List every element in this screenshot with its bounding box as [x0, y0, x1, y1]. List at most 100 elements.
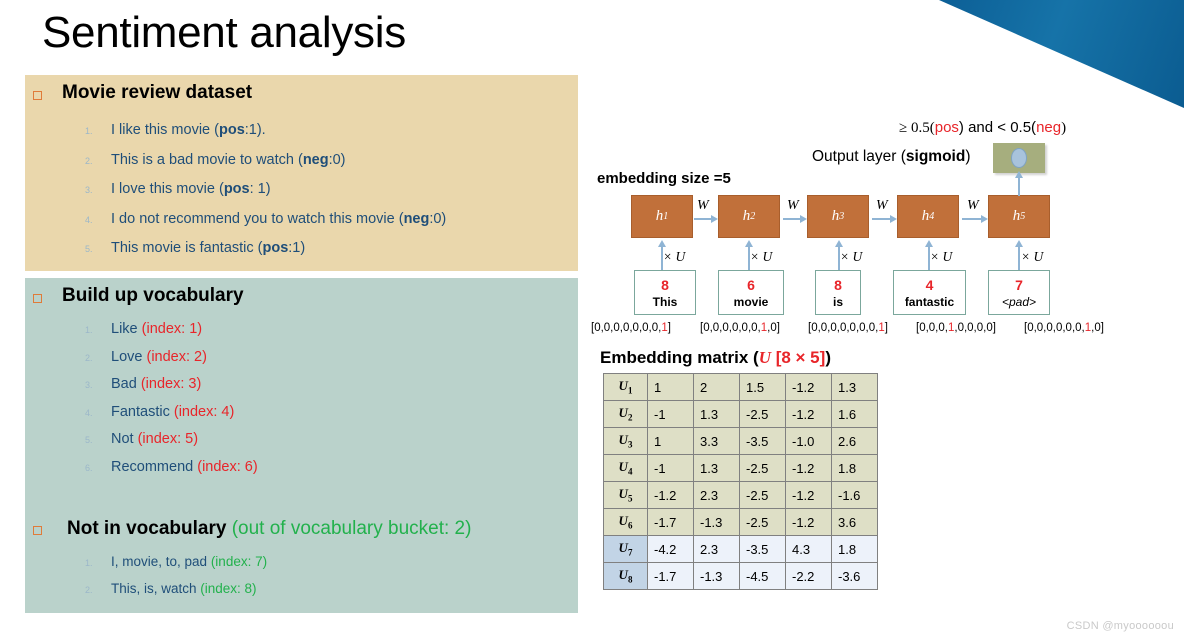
list-index: 3. [85, 185, 93, 195]
matrix-title-pre: Embedding matrix ( [600, 348, 759, 367]
token-word: <pad> [1001, 294, 1037, 309]
table-cell: -2.5 [739, 400, 786, 428]
vocab-index: (index: 6) [197, 458, 258, 475]
list-item: 2. This, is, watch (index: 8) [85, 580, 267, 596]
one-hot-vector-3: [0,0,0,0,0,0,0,1] [808, 322, 888, 334]
list-text-pre: I do not recommend you to watch this mov… [111, 210, 404, 227]
row-label: U [618, 459, 628, 475]
page-title: Sentiment analysis [42, 8, 406, 57]
list-text-post: : 1) [249, 181, 271, 197]
table-cell: 1.3 [831, 373, 878, 401]
vocab-index: (index: 1) [141, 321, 203, 337]
list-index: 5. [85, 435, 93, 445]
list-text: I do not recommend you to watch this mov… [111, 210, 447, 227]
list-index: 1. [85, 126, 93, 136]
one-hot-post: ] [667, 322, 671, 334]
list-text-bold: neg [302, 151, 329, 168]
oov-heading-bold: Not in vocabulary [67, 518, 232, 539]
hidden-state-box-3: h3 [807, 195, 869, 238]
list-text: Like (index: 1) [111, 322, 202, 337]
list-text-post: :0) [429, 210, 447, 227]
table-cell: 2.3 [693, 535, 740, 563]
row-header: U2 [603, 400, 648, 428]
square-bullet-icon [33, 294, 42, 303]
hidden-state-box-4: h4 [897, 195, 959, 238]
threshold-neg-label: neg [1036, 119, 1062, 136]
list-index: 3. [85, 380, 93, 390]
threshold-suffix: ) [1061, 120, 1067, 136]
one-hot-pre: [0,0,0,0,0,0, [700, 322, 761, 334]
embedding-arrow-1 [658, 240, 666, 270]
table-cell: -3.6 [831, 562, 878, 590]
table-cell: -1.2 [785, 454, 832, 482]
list-text-bold: neg [403, 210, 430, 227]
output-layer-activation: sigmoid [905, 148, 966, 165]
output-layer-label-post: ) [965, 148, 971, 165]
table-cell: 3.6 [831, 508, 878, 536]
table-cell: 1.3 [693, 400, 740, 428]
list-item: 1. I, movie, to, pad (index: 7) [85, 555, 267, 569]
table-cell: -1.2 [785, 400, 832, 428]
oov-heading-label: Not in vocabulary (out of vocabulary buc… [67, 518, 471, 540]
table-cell: -3.5 [739, 535, 786, 563]
row-header: U5 [603, 481, 648, 509]
list-text: I like this movie (pos:1). [111, 123, 266, 138]
list-item: 2. This is a bad movie to watch (neg:0) [85, 151, 446, 168]
table-row: U8 -1.7 -1.3 -4.5 -2.2 -3.6 [603, 562, 878, 590]
token-word: This [652, 294, 678, 309]
oov-heading-note: (out of vocabulary bucket: 2) [231, 518, 472, 539]
one-hot-pre: [0,0,0,0,0,0,0, [808, 322, 879, 334]
list-text-pre: This is a bad movie to watch ( [111, 151, 303, 168]
embedding-multiply-label-1: × U [663, 249, 686, 264]
embedding-multiply-label-4: × U [930, 249, 953, 264]
table-cell: 1 [647, 373, 694, 401]
table-cell: 1.8 [831, 535, 878, 563]
table-cell: -1.0 [785, 427, 832, 455]
embedding-arrow-3 [835, 240, 843, 270]
embedding-arrow-4 [925, 240, 933, 270]
table-cell: 2.6 [831, 427, 878, 455]
output-node [993, 143, 1045, 173]
list-text-pre: I like this movie ( [111, 122, 219, 138]
weight-label-w-3: W [876, 198, 888, 213]
row-sub: 2 [627, 412, 633, 423]
row-header: U7 [603, 535, 648, 563]
oov-index: (index: 8) [200, 580, 257, 596]
table-cell: 1.5 [739, 373, 786, 401]
row-label: U [618, 432, 628, 448]
weight-label-w-2: W [787, 198, 799, 213]
hidden-state-index: 3 [839, 211, 845, 222]
row-header: U6 [603, 508, 648, 536]
dataset-heading: Movie review dataset [33, 82, 252, 104]
embedding-arrow-5 [1015, 240, 1023, 270]
dataset-list: 1. I like this movie (pos:1). 2. This is… [85, 123, 446, 271]
embedding-multiply-label-5: × U [1021, 249, 1044, 264]
table-cell: 2.3 [693, 481, 740, 509]
table-row: U2 -1 1.3 -2.5 -1.2 1.6 [603, 400, 878, 428]
one-hot-pre: [0,0,0,0,0,0,0, [591, 322, 662, 334]
table-cell: 1 [647, 427, 694, 455]
table-cell: -1.7 [647, 508, 694, 536]
output-arrow [1015, 171, 1023, 196]
list-index: 2. [85, 155, 93, 166]
one-hot-vector-1: [0,0,0,0,0,0,0,1] [591, 322, 671, 334]
table-cell: 1.3 [693, 454, 740, 482]
decorative-corner-triangle [939, 0, 1184, 108]
table-cell: -1.3 [693, 562, 740, 590]
vocab-word: Not [111, 431, 138, 447]
row-sub: 6 [627, 520, 633, 531]
list-text: Not (index: 5) [111, 432, 198, 447]
table-cell: -2.5 [739, 481, 786, 509]
hidden-state-index: 5 [1020, 211, 1026, 222]
row-header: U1 [603, 373, 648, 401]
table-cell: -1.2 [785, 508, 832, 536]
table-cell: -4.2 [647, 535, 694, 563]
vocab-index: (index: 5) [137, 431, 199, 447]
hidden-state-box-1: h1 [631, 195, 693, 238]
token-box-5: 7 <pad> [988, 270, 1050, 315]
table-cell: 1.8 [831, 454, 878, 482]
vocabulary-list: 1. Like (index: 1) 2. Love (index: 2) 3.… [85, 322, 258, 487]
embedding-multiply-label-3: × U [840, 249, 863, 264]
recurrent-arrow-3 [872, 215, 897, 223]
table-cell: -1.3 [693, 508, 740, 536]
